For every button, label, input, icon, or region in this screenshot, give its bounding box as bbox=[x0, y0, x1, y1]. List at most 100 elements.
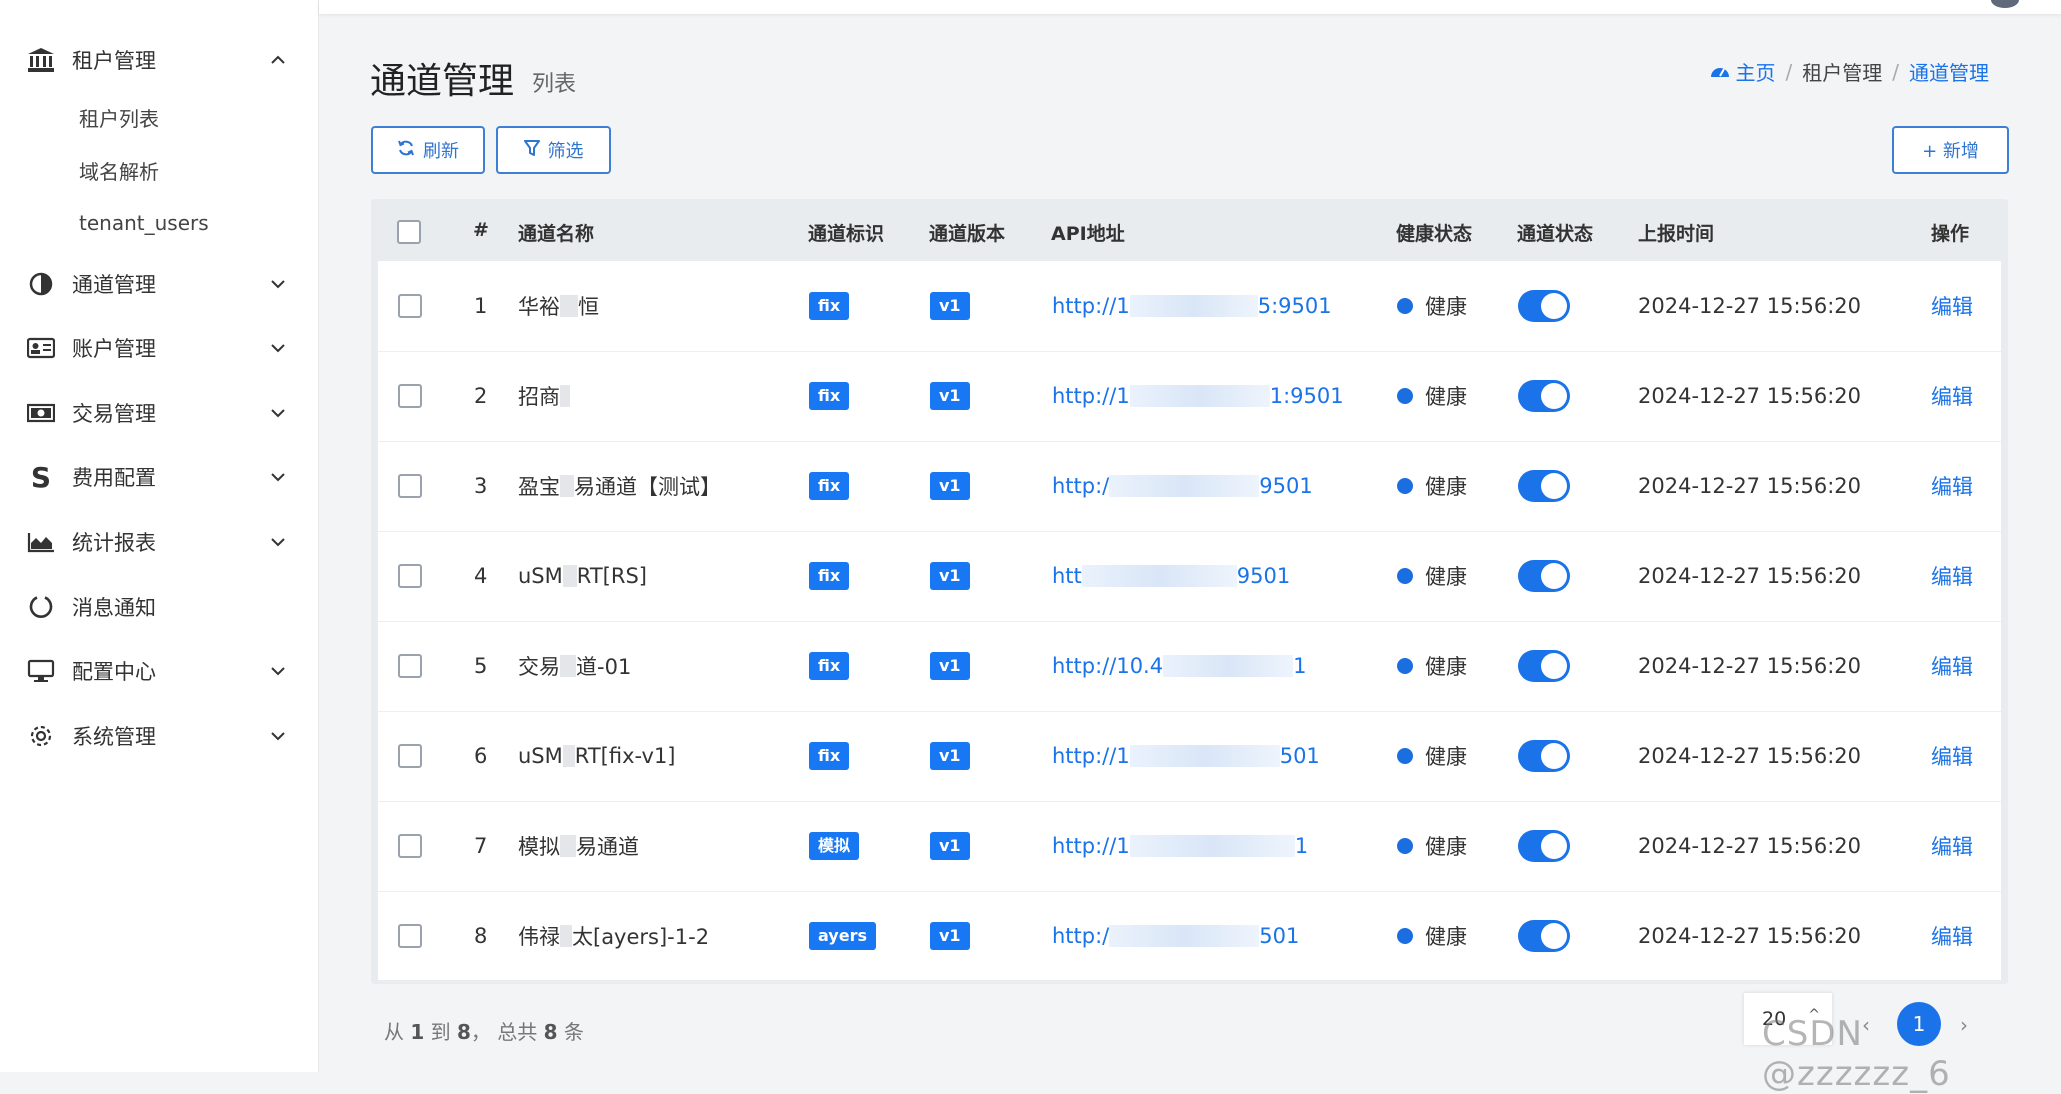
api-address-link[interactable]: http:/ 9501 bbox=[1052, 441, 1313, 531]
row-number: 1 bbox=[474, 294, 488, 318]
api-address-link[interactable]: http://1 1:9501 bbox=[1052, 351, 1344, 441]
health-status-label: 健康 bbox=[1425, 745, 1467, 769]
health-status-label: 健康 bbox=[1425, 565, 1467, 589]
row-checkbox[interactable] bbox=[398, 924, 422, 948]
row-checkbox[interactable] bbox=[398, 474, 422, 498]
row-checkbox[interactable] bbox=[398, 744, 422, 768]
health-status: 健康 bbox=[1397, 261, 1467, 351]
breadcrumb-home[interactable]: 主页 bbox=[1710, 57, 1776, 86]
sidebar-item-label: 统计报表 bbox=[72, 531, 156, 555]
summary-from: 1 bbox=[410, 1020, 425, 1044]
row-checkbox[interactable] bbox=[398, 384, 422, 408]
channel-status-toggle[interactable] bbox=[1518, 470, 1570, 502]
api-address-text: http://1 bbox=[1052, 384, 1130, 408]
avatar[interactable] bbox=[1991, 0, 2019, 8]
edit-link[interactable]: 编辑 bbox=[1931, 441, 1973, 531]
api-address-link[interactable]: http://1 5:9501 bbox=[1052, 261, 1332, 351]
edit-link[interactable]: 编辑 bbox=[1931, 351, 1973, 441]
sidebar-subitem-tenant-users[interactable]: tenant_users bbox=[0, 198, 318, 248]
sidebar-item-trade-management[interactable]: 交易管理 bbox=[0, 385, 318, 441]
channel-status-toggle[interactable] bbox=[1518, 380, 1570, 412]
edit-link[interactable]: 编辑 bbox=[1931, 801, 1973, 891]
report-time: 2024-12-27 15:56:20 bbox=[1638, 564, 1862, 588]
sidebar-item-account-management[interactable]: 账户管理 bbox=[0, 320, 318, 376]
channel-status-toggle[interactable] bbox=[1518, 650, 1570, 682]
row-number: 5 bbox=[474, 654, 488, 678]
edit-link[interactable]: 编辑 bbox=[1931, 261, 1973, 351]
api-address-link[interactable]: htt 9501 bbox=[1052, 531, 1290, 621]
channel-name-text: RT[RS] bbox=[576, 564, 647, 588]
channel-status-toggle[interactable] bbox=[1518, 920, 1570, 952]
channel-name: 招商 bbox=[518, 351, 570, 441]
channel-name-text: 恒 bbox=[578, 295, 599, 319]
sidebar-item-reports[interactable]: 统计报表 bbox=[0, 514, 318, 570]
api-address-text: 1:9501 bbox=[1269, 384, 1344, 408]
sidebar-item-label: 系统管理 bbox=[72, 725, 156, 749]
api-address-text: http://1 bbox=[1052, 744, 1130, 768]
sidebar-item-config-center[interactable]: 配置中心 bbox=[0, 643, 318, 699]
status-dot-icon bbox=[1397, 838, 1413, 854]
api-address-link[interactable]: http://10.4 1 bbox=[1052, 621, 1306, 711]
edit-link[interactable]: 编辑 bbox=[1931, 891, 1973, 981]
summary-text: 条 bbox=[557, 1020, 584, 1044]
api-address-link[interactable]: http://1 1 bbox=[1052, 801, 1308, 891]
sidebar-item-system-management[interactable]: 系统管理 bbox=[0, 708, 318, 764]
column-header-health: 健康状态 bbox=[1396, 223, 1473, 245]
api-address-link[interactable]: http:/ 501 bbox=[1052, 891, 1299, 981]
breadcrumb-tenant[interactable]: 租户管理 bbox=[1802, 57, 1882, 86]
sidebar-item-fee-config[interactable]: S 费用配置 bbox=[0, 449, 318, 505]
channel-name-text: 招商 bbox=[518, 385, 560, 409]
channel-status-toggle[interactable] bbox=[1518, 740, 1570, 772]
table-row: 5 交易 道-01 fix v1 http://10.4 1 健康 2024-12-… bbox=[378, 621, 2001, 712]
edit-link[interactable]: 编辑 bbox=[1931, 711, 1973, 801]
channel-name-text: 易通道 bbox=[576, 835, 639, 859]
filter-label: 筛选 bbox=[547, 141, 584, 162]
channel-name: 模拟 易通道 bbox=[518, 801, 639, 891]
version-badge: v1 bbox=[930, 292, 970, 320]
sidebar-item-channel-management[interactable]: 通道管理 bbox=[0, 256, 318, 312]
api-address-text: 1 bbox=[1293, 654, 1307, 678]
column-header-action: 操作 bbox=[1931, 223, 1970, 245]
health-status: 健康 bbox=[1397, 891, 1467, 981]
row-checkbox[interactable] bbox=[398, 294, 422, 318]
row-checkbox[interactable] bbox=[398, 654, 422, 678]
api-address-text: 9501 bbox=[1259, 474, 1313, 498]
sidebar-subitem-domain-resolve[interactable]: 域名解析 bbox=[0, 145, 318, 195]
channel-status-toggle[interactable] bbox=[1518, 290, 1570, 322]
add-button[interactable]: + 新增 bbox=[1892, 126, 2009, 174]
select-all-checkbox[interactable] bbox=[397, 220, 421, 244]
monitor-icon bbox=[26, 656, 56, 686]
sidebar-subitem-tenant-list[interactable]: 租户列表 bbox=[0, 92, 318, 142]
sidebar-item-label: 费用配置 bbox=[72, 466, 156, 490]
filter-button[interactable]: 筛选 bbox=[496, 126, 611, 174]
channel-table: # 通道名称 通道标识 通道版本 API地址 健康状态 通道状态 上报时间 操作… bbox=[371, 199, 2008, 984]
summary-total: 8 bbox=[543, 1020, 558, 1044]
status-dot-icon bbox=[1397, 388, 1413, 404]
row-number: 7 bbox=[474, 834, 488, 858]
sidebar-item-notifications[interactable]: 消息通知 bbox=[0, 579, 318, 635]
sidebar: 租户管理 租户列表 域名解析 tenant_users 通道管理 账户管理 交易… bbox=[0, 0, 319, 1072]
sidebar-item-tenant-management[interactable]: 租户管理 bbox=[0, 32, 318, 88]
row-checkbox[interactable] bbox=[398, 564, 422, 588]
refresh-button[interactable]: 刷新 bbox=[371, 126, 485, 174]
health-status-label: 健康 bbox=[1425, 835, 1467, 859]
channel-status-toggle[interactable] bbox=[1518, 830, 1570, 862]
api-address-link[interactable]: http://1 501 bbox=[1052, 711, 1320, 801]
column-header-name: 通道名称 bbox=[518, 223, 595, 245]
health-status: 健康 bbox=[1397, 801, 1467, 891]
status-dot-icon bbox=[1397, 478, 1413, 494]
row-checkbox[interactable] bbox=[398, 834, 422, 858]
breadcrumb-separator: / bbox=[1785, 59, 1793, 84]
report-time: 2024-12-27 15:56:20 bbox=[1638, 654, 1862, 678]
table-row: 1 华裕恒 fix v1 http://1 5:9501 健康 2024-12-2… bbox=[378, 261, 2001, 352]
edit-link[interactable]: 编辑 bbox=[1931, 621, 1973, 711]
edit-link[interactable]: 编辑 bbox=[1931, 531, 1973, 621]
sidebar-item-label: 账户管理 bbox=[72, 337, 156, 361]
health-status: 健康 bbox=[1397, 711, 1467, 801]
breadcrumb-current: 通道管理 bbox=[1909, 61, 1989, 85]
breadcrumb: 主页 / 租户管理 / 通道管理 bbox=[1710, 57, 1989, 86]
channel-status-toggle[interactable] bbox=[1518, 560, 1570, 592]
table-row: 6 uSM RT[fix-v1] fix v1 http://1 501 健康 20… bbox=[378, 711, 2001, 802]
channel-name-text: 太[ayers]-1-2 bbox=[572, 925, 710, 949]
channel-name-text: 盈宝 bbox=[518, 475, 560, 499]
